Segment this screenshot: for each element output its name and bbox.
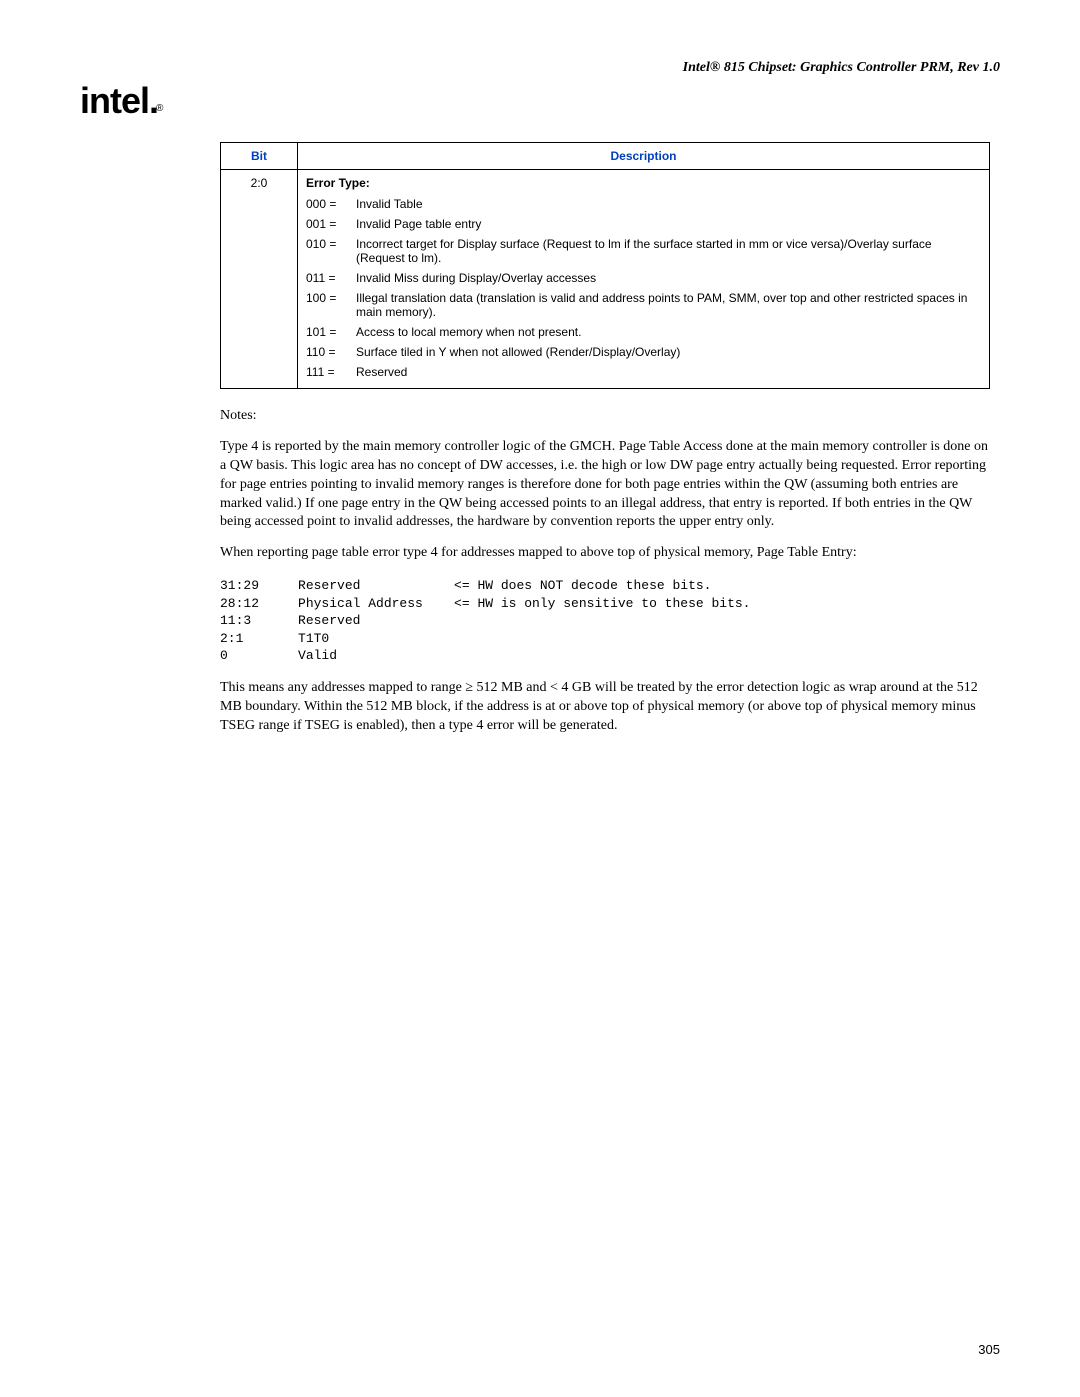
logo-text: intel	[80, 80, 149, 121]
error-code: 011 =	[306, 268, 356, 288]
error-text: Invalid Miss during Display/Overlay acce…	[356, 268, 981, 288]
col-header-bit: Bit	[221, 143, 298, 170]
error-text: Illegal translation data (translation is…	[356, 288, 981, 322]
header-title: Intel® 815 Chipset: Graphics Controller …	[683, 60, 1000, 75]
error-code: 101 =	[306, 322, 356, 342]
logo-dot: .	[149, 80, 158, 121]
error-code: 010 =	[306, 234, 356, 268]
col-header-desc: Description	[298, 143, 990, 170]
notes-heading: Notes:	[220, 407, 990, 426]
error-text: Invalid Table	[356, 194, 981, 214]
error-item: 010 = Incorrect target for Display surfa…	[306, 234, 981, 268]
page-number: 305	[978, 1342, 1000, 1357]
intel-logo: intel.®	[80, 80, 1000, 122]
error-code: 111 =	[306, 362, 356, 382]
error-text: Reserved	[356, 362, 981, 382]
error-code: 110 =	[306, 342, 356, 362]
page-header: Intel® 815 Chipset: Graphics Controller …	[80, 60, 1000, 76]
notes-section: Notes: Type 4 is reported by the main me…	[220, 407, 990, 736]
table-row: 2:0 Error Type: 000 = Invalid Table 001 …	[221, 170, 990, 389]
error-item: 111 = Reserved	[306, 362, 981, 382]
bit-cell: 2:0	[221, 170, 298, 389]
error-text: Incorrect target for Display surface (Re…	[356, 234, 981, 268]
error-list: 000 = Invalid Table 001 = Invalid Page t…	[306, 194, 981, 382]
error-item: 110 = Surface tiled in Y when not allowe…	[306, 342, 981, 362]
error-text: Surface tiled in Y when not allowed (Ren…	[356, 342, 981, 362]
error-item: 100 = Illegal translation data (translat…	[306, 288, 981, 322]
error-code: 000 =	[306, 194, 356, 214]
error-item: 001 = Invalid Page table entry	[306, 214, 981, 234]
page-table-entry-block: 31:29 Reserved <= HW does NOT decode the…	[220, 577, 990, 665]
notes-p1: Type 4 is reported by the main memory co…	[220, 438, 990, 532]
error-text: Access to local memory when not present.	[356, 322, 981, 342]
error-item: 000 = Invalid Table	[306, 194, 981, 214]
error-code: 100 =	[306, 288, 356, 322]
content-area: Bit Description 2:0 Error Type: 000 = In…	[220, 142, 990, 736]
page: Intel® 815 Chipset: Graphics Controller …	[0, 0, 1080, 1397]
notes-p3: This means any addresses mapped to range…	[220, 679, 990, 736]
error-item: 101 = Access to local memory when not pr…	[306, 322, 981, 342]
table-header-row: Bit Description	[221, 143, 990, 170]
desc-cell: Error Type: 000 = Invalid Table 001 = In…	[298, 170, 990, 389]
bit-description-table: Bit Description 2:0 Error Type: 000 = In…	[220, 142, 990, 389]
notes-p2: When reporting page table error type 4 f…	[220, 544, 990, 563]
registered-icon: ®	[156, 103, 162, 114]
error-code: 001 =	[306, 214, 356, 234]
error-item: 011 = Invalid Miss during Display/Overla…	[306, 268, 981, 288]
error-type-label: Error Type:	[306, 176, 981, 190]
error-text: Invalid Page table entry	[356, 214, 981, 234]
